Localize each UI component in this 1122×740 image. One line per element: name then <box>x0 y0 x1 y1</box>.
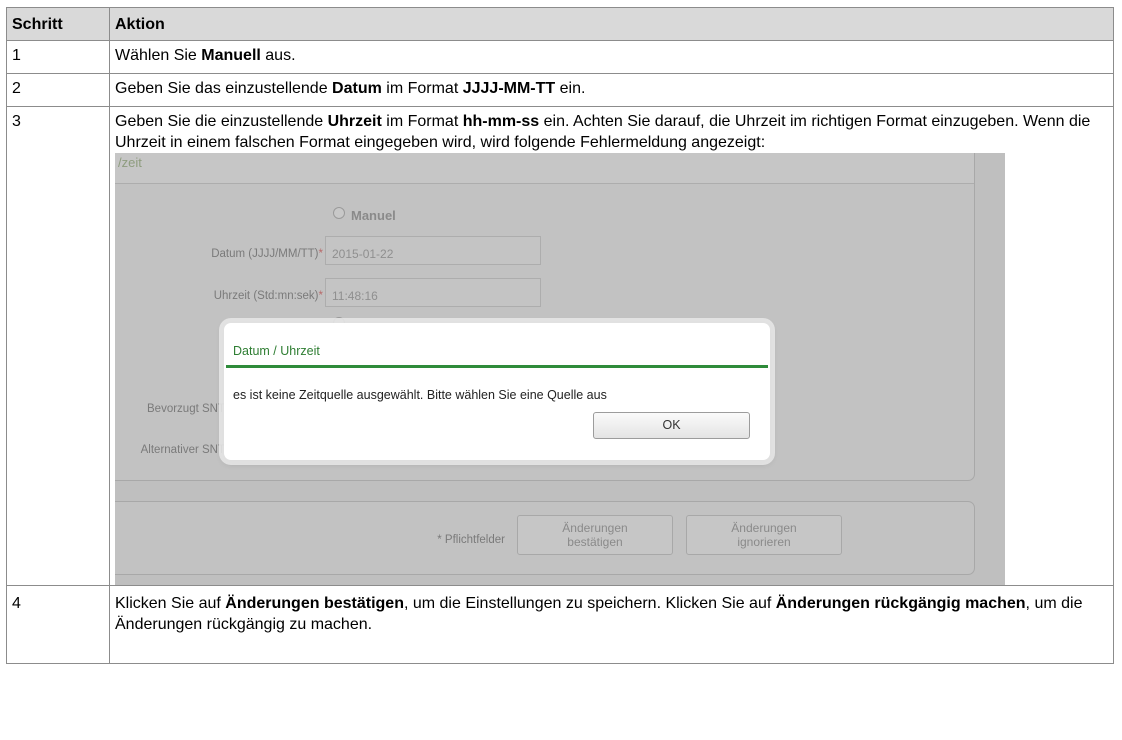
step-action: Wählen Sie Manuell aus. <box>109 40 1114 74</box>
emphasis: Uhrzeit <box>327 113 382 130</box>
emphasis: Änderungen bestätigen <box>225 595 404 612</box>
step-number: 3 <box>6 106 110 586</box>
dialog-title-divider <box>226 365 768 368</box>
date-field[interactable]: 2015-01-22 <box>325 236 541 265</box>
date-label: Datum (JJJJ/MM/TT)* <box>211 248 323 260</box>
panel-header: /zeit <box>115 153 974 184</box>
ok-button[interactable]: OK <box>593 412 750 439</box>
table-row: 3 Geben Sie die einzustellende Uhrzeit i… <box>6 106 1114 586</box>
error-dialog-screenshot: /zeit Manuel Datum (JJJJ/MM/TT)* 2015-01… <box>115 153 1005 585</box>
step-action: Geben Sie die einzustellende Uhrzeit im … <box>109 106 1114 586</box>
table-header-row: Schritt Aktion <box>6 7 1114 41</box>
step-action: Geben Sie das einzustellende Datum im Fo… <box>109 73 1114 107</box>
step-number: 4 <box>6 585 110 664</box>
emphasis: JJJJ-MM-TT <box>462 80 556 97</box>
ignore-changes-button[interactable]: Änderungen ignorieren <box>686 515 842 555</box>
required-fields-note: * Pflichtfelder <box>437 534 505 546</box>
step-number: 2 <box>6 73 110 107</box>
time-label: Uhrzeit (Std:mn:sek)* <box>213 290 323 302</box>
error-dialog: Datum / Uhrzeit es ist keine Zeitquelle … <box>224 323 770 460</box>
table-row: 1 Wählen Sie Manuell aus. <box>6 40 1114 74</box>
step-text: Geben Sie die einzustellende Uhrzeit im … <box>115 113 1091 151</box>
manual-radio-label: Manuel <box>351 208 396 223</box>
step-number: 1 <box>6 40 110 74</box>
column-header-step: Schritt <box>6 7 110 41</box>
step-action: Klicken Sie auf Änderungen bestätigen, u… <box>109 585 1114 664</box>
time-field[interactable]: 11:48:16 <box>325 278 541 307</box>
confirm-changes-button[interactable]: Änderungen bestätigen <box>517 515 673 555</box>
alternative-sntp-label: Alternativer SNT <box>140 444 225 456</box>
dialog-title: Datum / Uhrzeit <box>233 344 320 358</box>
column-header-action: Aktion <box>109 7 1114 41</box>
manual-radio[interactable] <box>333 207 345 219</box>
emphasis: Änderungen rückgängig machen <box>775 595 1026 612</box>
panel-title: /zeit <box>118 155 142 170</box>
table-row: 4 Klicken Sie auf Änderungen bestätigen,… <box>6 585 1114 664</box>
preferred-sntp-label: Bevorzugt SNT <box>147 403 225 415</box>
emphasis: Datum <box>332 80 382 97</box>
procedure-table: Schritt Aktion 1 Wählen Sie Manuell aus.… <box>6 7 1114 664</box>
emphasis: Manuell <box>201 47 261 64</box>
table-row: 2 Geben Sie das einzustellende Datum im … <box>6 73 1114 107</box>
dialog-message: es ist keine Zeitquelle ausgewählt. Bitt… <box>233 388 607 402</box>
emphasis: hh-mm-ss <box>462 113 540 130</box>
